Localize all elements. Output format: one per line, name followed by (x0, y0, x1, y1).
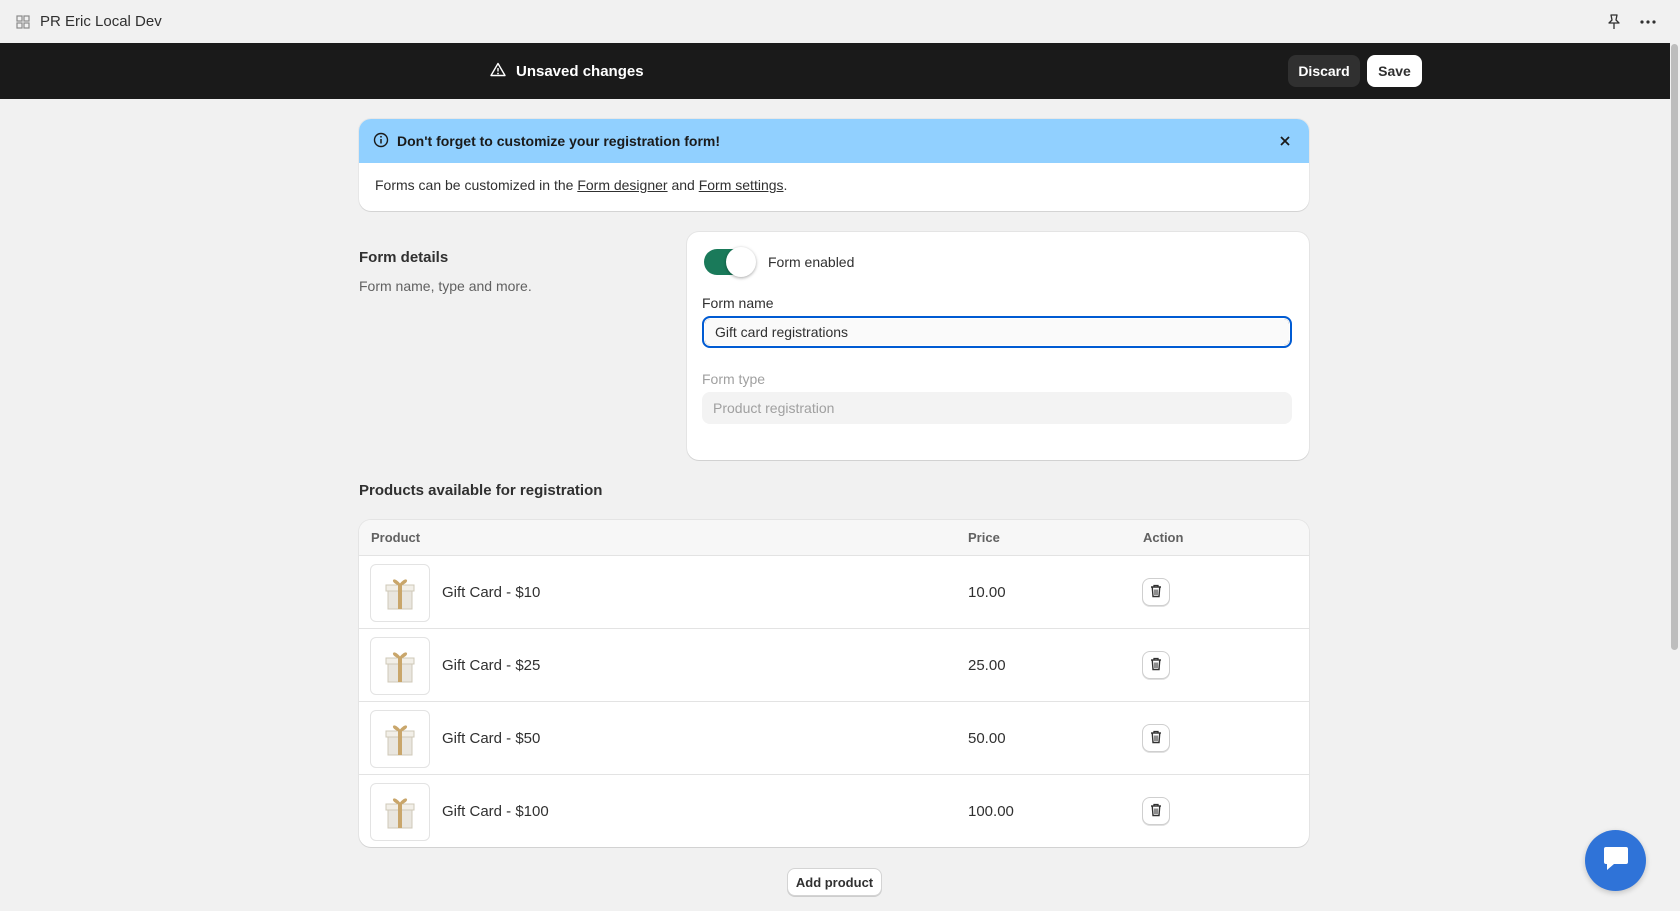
app-bar: PR Eric Local Dev (0, 0, 1680, 43)
form-details-title: Form details (359, 249, 449, 266)
unsaved-changes-text: Unsaved changes (516, 62, 644, 80)
banner-text-prefix: Forms can be customized in the (375, 177, 578, 193)
info-banner: Don't forget to customize your registrat… (359, 119, 1309, 211)
form-details-card: Form enabled Form name Form type Product… (687, 232, 1309, 460)
form-details-subtitle: Form name, type and more. (359, 278, 532, 294)
column-action: Action (1143, 530, 1184, 545)
unsaved-changes-message: Unsaved changes (490, 43, 644, 99)
chat-launcher-button[interactable] (1585, 830, 1646, 891)
discard-button[interactable]: Discard (1288, 55, 1360, 87)
product-price: 10.00 (968, 584, 1006, 601)
form-name-label: Form name (702, 295, 774, 311)
form-designer-link[interactable]: Form designer (577, 177, 667, 193)
form-type-label: Form type (702, 371, 766, 387)
form-type-field: Product registration (702, 392, 1292, 424)
scrollbar-thumb[interactable] (1671, 44, 1678, 650)
product-name: Gift Card - $10 (442, 584, 541, 601)
contextual-save-bar: Unsaved changes Discard Save (0, 43, 1670, 99)
form-name-input[interactable] (702, 316, 1292, 348)
app-title: PR Eric Local Dev (40, 13, 162, 30)
chat-bubble-icon (1601, 845, 1631, 876)
trash-icon (1150, 584, 1162, 601)
product-name: Gift Card - $100 (442, 803, 549, 820)
product-price: 100.00 (968, 803, 1014, 820)
column-price: Price (968, 530, 1000, 545)
form-enabled-label: Form enabled (768, 254, 855, 270)
column-product: Product (371, 530, 421, 545)
trash-icon (1150, 730, 1162, 747)
product-price: 50.00 (968, 730, 1006, 747)
delete-button[interactable] (1142, 651, 1170, 679)
form-enabled-row: Form enabled (704, 247, 855, 277)
delete-button[interactable] (1142, 797, 1170, 825)
product-thumbnail (370, 564, 430, 622)
products-section-title: Products available for registration (359, 482, 603, 499)
form-settings-link[interactable]: Form settings (699, 177, 784, 193)
pin-icon[interactable] (1604, 12, 1624, 32)
banner-text-suffix: . (783, 177, 788, 193)
toggle-knob (726, 247, 756, 277)
table-row: Gift Card - $50 50.00 (359, 702, 1309, 775)
table-header: Product Price Action (359, 520, 1309, 556)
product-thumbnail (370, 783, 430, 841)
table-row: Gift Card - $25 25.00 (359, 629, 1309, 702)
banner-title: Don't forget to customize your registrat… (397, 133, 721, 149)
app-grid-icon (16, 14, 30, 29)
banner-text-mid: and (667, 177, 699, 193)
save-button[interactable]: Save (1367, 55, 1422, 87)
more-horizontal-icon[interactable] (1638, 12, 1658, 32)
close-icon[interactable] (1275, 133, 1295, 149)
delete-button[interactable] (1142, 724, 1170, 752)
table-row: Gift Card - $10 10.00 (359, 556, 1309, 629)
product-name: Gift Card - $50 (442, 730, 541, 747)
trash-icon (1150, 803, 1162, 820)
product-price: 25.00 (968, 657, 1006, 674)
table-row: Gift Card - $100 100.00 (359, 775, 1309, 847)
banner-header: Don't forget to customize your registrat… (359, 119, 1309, 163)
delete-button[interactable] (1142, 578, 1170, 606)
form-enabled-toggle[interactable] (704, 247, 756, 277)
add-product-button[interactable]: Add product (787, 868, 882, 896)
products-table: Product Price Action Gift Card - $10 10.… (359, 520, 1309, 847)
info-icon (373, 132, 389, 151)
product-name: Gift Card - $25 (442, 657, 541, 674)
banner-body: Forms can be customized in the Form desi… (359, 163, 1309, 207)
trash-icon (1150, 657, 1162, 674)
warning-icon (490, 62, 506, 81)
product-thumbnail (370, 637, 430, 695)
product-thumbnail (370, 710, 430, 768)
